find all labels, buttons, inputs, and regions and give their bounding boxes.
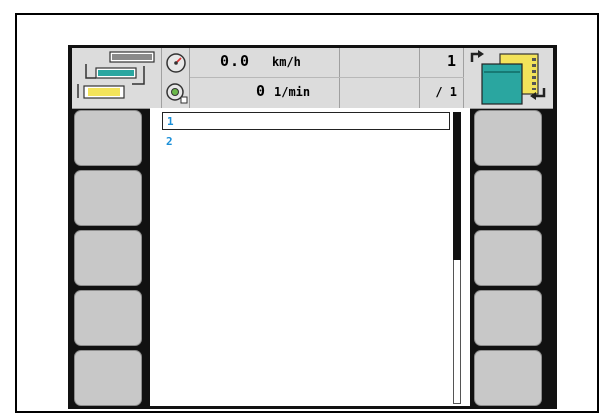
softkey-left-4[interactable] [74, 290, 142, 346]
scrollbar-thumb[interactable] [453, 112, 461, 260]
page-indicator-cell: 1 / 1 [420, 48, 464, 108]
speed-rpm-cell: 0.0 km/h 0 1/min [190, 48, 340, 108]
pto-rpm-icon [166, 83, 188, 104]
page-total: / 1 [435, 85, 457, 99]
softkey-right-1[interactable] [474, 110, 542, 166]
sensor-icons-cell [162, 48, 190, 108]
workset-switch-cell[interactable] [464, 48, 553, 108]
list-item-label: 2 [166, 135, 173, 148]
page-current: 1 [446, 52, 457, 70]
rpm-unit: 1/min [274, 85, 311, 99]
status-header: 0.0 km/h 0 1/min 1 / 1 [72, 48, 553, 109]
softkey-left-1[interactable] [74, 110, 142, 166]
speed-value: 0.0 [220, 52, 251, 70]
implement-config-cell[interactable] [72, 48, 162, 108]
softkey-right-5[interactable] [474, 350, 542, 406]
softkey-right-3[interactable] [474, 230, 542, 286]
speedometer-icon [166, 53, 186, 73]
softkey-right-2[interactable] [474, 170, 542, 226]
header-divider [190, 77, 464, 78]
empty-status-cell [340, 48, 420, 108]
softkey-right-4[interactable] [474, 290, 542, 346]
workset-switch-icon [470, 50, 546, 105]
speed-unit: km/h [272, 55, 301, 69]
implement-configuration-icon [77, 51, 155, 99]
list-item[interactable]: 2 [162, 133, 450, 151]
softkey-left-2[interactable] [74, 170, 142, 226]
list-area [150, 108, 470, 406]
softkey-left-3[interactable] [74, 230, 142, 286]
list-item[interactable]: 1 [162, 112, 450, 130]
rpm-value: 0 [256, 82, 267, 100]
list-item-label: 1 [167, 115, 174, 128]
softkey-left-5[interactable] [74, 350, 142, 406]
